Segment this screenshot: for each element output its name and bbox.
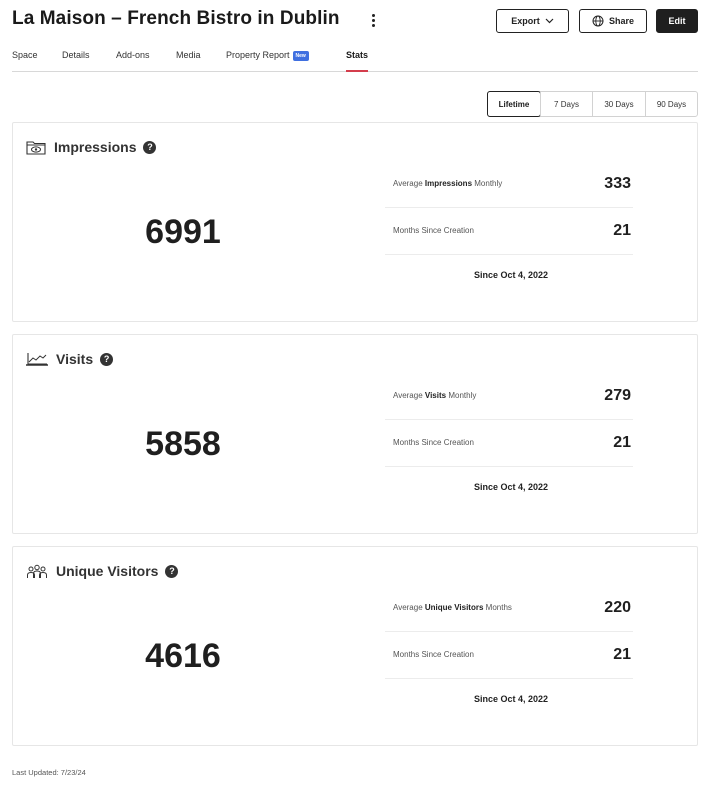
tab-details[interactable]: Details	[62, 50, 90, 71]
tab-property-report[interactable]: Property Report New	[226, 50, 309, 71]
avg-suffix: Monthly	[474, 179, 503, 188]
avg-metric: Unique Visitors	[424, 603, 484, 612]
avg-unique-visitors-value: 220	[604, 598, 631, 616]
time-range-selector: Lifetime 7 Days 30 Days 90 Days	[487, 91, 698, 117]
avg-prefix: Average	[393, 179, 423, 188]
unique-visitors-total: 4616	[145, 637, 221, 675]
since-date: Since Oct 4, 2022	[473, 482, 549, 492]
new-badge: New	[292, 51, 309, 61]
share-button-label: Share	[608, 16, 634, 26]
unique-visitors-title: Unique Visitors ?	[26, 563, 179, 579]
avg-visits-value: 279	[604, 386, 631, 404]
unique-visitors-title-label: Unique Visitors	[56, 563, 159, 579]
chevron-down-icon	[545, 18, 554, 24]
visits-total: 5858	[145, 425, 221, 463]
tab-media[interactable]: Media	[176, 50, 201, 71]
avg-unique-visitors-label: Average Unique Visitors Months	[393, 603, 512, 612]
months-since-creation-value: 21	[613, 645, 631, 663]
edit-button[interactable]: Edit	[656, 9, 698, 33]
avg-unique-visitors-row: Average Unique Visitors Months 220	[385, 584, 633, 632]
avg-metric: Impressions	[424, 179, 473, 188]
export-button-label: Export	[511, 16, 540, 26]
tab-add-ons[interactable]: Add-ons	[116, 50, 150, 71]
impressions-total: 6991	[145, 213, 221, 251]
help-icon[interactable]: ?	[143, 140, 157, 154]
since-date: Since Oct 4, 2022	[473, 270, 549, 280]
range-90-days-button[interactable]: 90 Days	[645, 92, 697, 116]
last-updated-text: Last Updated: 7/23/24	[12, 768, 86, 777]
tab-space[interactable]: Space	[12, 50, 38, 71]
avg-impressions-row: Average Impressions Monthly 333	[385, 160, 633, 208]
avg-impressions-label: Average Impressions Monthly	[393, 179, 502, 188]
tab-property-report-label: Property Report	[226, 50, 290, 60]
avg-suffix: Monthly	[448, 391, 477, 400]
share-button[interactable]: Share	[579, 9, 647, 33]
unique-visitors-card: Unique Visitors ? 4616 Average Unique Vi…	[12, 546, 698, 746]
visits-card: Visits ? 5858 Average Visits Monthly 279…	[12, 334, 698, 534]
months-since-creation-row: Months Since Creation 21	[385, 631, 633, 679]
avg-prefix: Average	[393, 391, 423, 400]
months-since-creation-label: Months Since Creation	[393, 438, 474, 447]
trend-chart-icon	[26, 353, 48, 366]
export-button[interactable]: Export	[496, 9, 569, 33]
avg-visits-label: Average Visits Monthly	[393, 391, 476, 400]
months-since-creation-row: Months Since Creation 21	[385, 419, 633, 467]
visits-title-label: Visits	[56, 351, 94, 367]
avg-prefix: Average	[393, 603, 423, 612]
range-lifetime-button[interactable]: Lifetime	[487, 91, 541, 117]
impressions-card: Impressions ? 6991 Average Impressions M…	[12, 122, 698, 322]
months-since-creation-value: 21	[613, 221, 631, 239]
avg-impressions-value: 333	[604, 174, 631, 192]
help-icon[interactable]: ?	[165, 564, 179, 578]
tab-bar: Space Details Add-ons Media Property Rep…	[12, 48, 698, 72]
months-since-creation-row: Months Since Creation 21	[385, 207, 633, 255]
since-date: Since Oct 4, 2022	[473, 694, 549, 704]
range-7-days-button[interactable]: 7 Days	[540, 92, 592, 116]
eye-folder-icon	[26, 140, 46, 155]
edit-button-label: Edit	[668, 16, 686, 26]
visits-title: Visits ?	[26, 351, 114, 367]
impressions-title-label: Impressions	[54, 139, 137, 155]
tab-stats[interactable]: Stats	[346, 50, 369, 72]
range-30-days-button[interactable]: 30 Days	[592, 92, 645, 116]
people-group-icon	[27, 564, 47, 578]
impressions-title: Impressions ?	[26, 139, 157, 155]
months-since-creation-label: Months Since Creation	[393, 226, 474, 235]
months-since-creation-value: 21	[613, 433, 631, 451]
months-since-creation-label: Months Since Creation	[393, 650, 474, 659]
more-options-icon[interactable]	[366, 13, 380, 31]
help-icon[interactable]: ?	[100, 352, 114, 366]
avg-visits-row: Average Visits Monthly 279	[385, 372, 633, 420]
avg-metric: Visits	[424, 391, 447, 400]
avg-suffix: Months	[485, 603, 512, 612]
globe-icon	[592, 15, 604, 27]
page-header: La Maison – French Bistro in Dublin Expo…	[12, 8, 698, 34]
page-title: La Maison – French Bistro in Dublin	[12, 8, 340, 29]
